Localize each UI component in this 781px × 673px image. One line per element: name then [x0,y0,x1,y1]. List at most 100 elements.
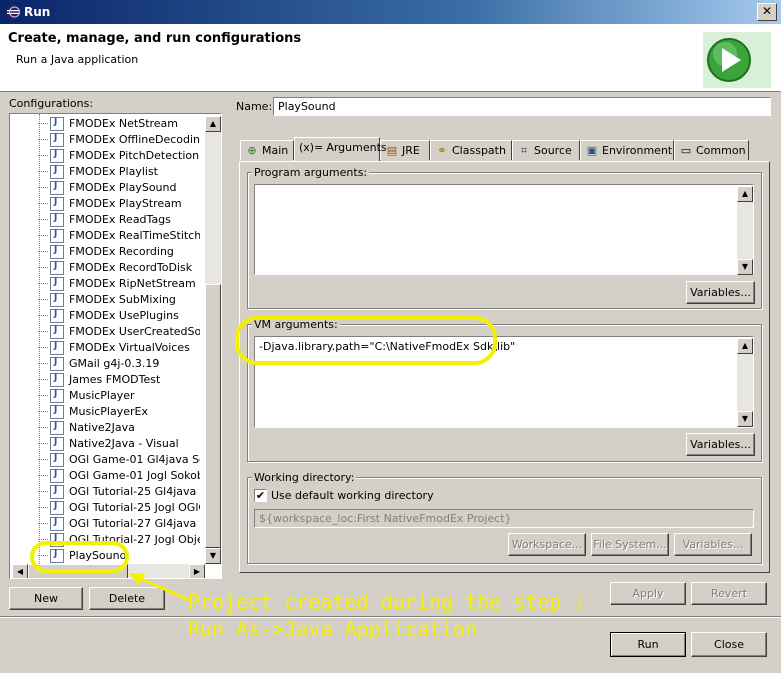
tab-source[interactable]: ⌗ Source [512,140,580,160]
java-app-icon [50,389,64,403]
java-app-icon [50,117,64,131]
tree-item[interactable]: FMODEx PlaySound [10,180,200,196]
java-app-icon [50,149,64,163]
tab-common-label: Common [696,144,746,157]
tree-connector [38,507,48,508]
workdir-variables-button[interactable]: Variables... [674,533,752,556]
tree-item[interactable]: OGl Tutorial-25 Gl4java OGlCompat [10,484,200,500]
tree-item-label: FMODEx Playlist [69,165,158,178]
vm-args-scroll-track[interactable] [737,354,753,411]
tree-item[interactable]: James FMODTest [10,372,200,388]
tab-main[interactable]: ⊕ Main [240,140,294,160]
java-app-icon [50,421,64,435]
tree-connector [38,459,48,460]
tab-jre-label: JRE [402,144,420,157]
vm-args-scroll-down-icon[interactable]: ▼ [737,411,753,427]
tree-item-label: FMODEx SubMixing [69,293,176,306]
tree-connector [38,251,48,252]
tree-item[interactable]: FMODEx UserCreatedSound [10,324,200,340]
tab-jre[interactable]: ▤ JRE [380,140,430,160]
scroll-up-icon[interactable]: ▲ [205,116,221,132]
apply-button[interactable]: Apply [610,582,686,605]
tree-item[interactable]: GMail g4j-0.3.19 [10,356,200,372]
tree-item[interactable]: OGl Game-01 Gl4java Sokoban [10,452,200,468]
tree-item[interactable]: FMODEx VirtualVoices [10,340,200,356]
tree-item[interactable]: OGl Tutorial-27 Gl4java ObjectSelection [10,516,200,532]
tree-item[interactable]: FMODEx PlayStream [10,196,200,212]
vm-args-scroll-up-icon[interactable]: ▲ [737,338,753,354]
tree-item[interactable]: FMODEx UsePlugins [10,308,200,324]
java-app-icon [50,165,64,179]
new-button[interactable]: New [9,587,83,610]
dialog-header: Create, manage, and run configurations R… [0,24,781,92]
run-logo-icon [703,32,771,88]
java-app-icon [50,245,64,259]
tree-item[interactable]: FMODEx RealTimeStitching [10,228,200,244]
tree-item[interactable]: MusicPlayerEx [10,404,200,420]
tree-item-label: FMODEx PlayStream [69,197,182,210]
java-app-icon [50,501,64,515]
tree-connector [38,475,48,476]
tree-item-label: OGl Tutorial-27 Gl4java ObjectSelection [69,517,200,530]
java-app-icon [50,261,64,275]
run-button[interactable]: Run [610,632,686,657]
java-app-icon [50,437,64,451]
configurations-tree[interactable]: FMODEx NetStream FMODEx OfflineDecoding FM… [9,113,222,579]
configurations-label: Configurations: [9,97,94,110]
java-app-icon [50,373,64,387]
java-app-icon [50,341,64,355]
tree-item[interactable]: FMODEx RecordToDisk [10,260,200,276]
tree-item[interactable]: FMODEx PitchDetection [10,148,200,164]
tree-item-label: Native2Java - Visual [69,437,179,450]
tab-common[interactable]: ▭ Common [674,140,749,160]
tree-item[interactable]: FMODEx RipNetStream [10,276,200,292]
tree-item[interactable]: Native2Java - Visual [10,436,200,452]
program-arguments-textarea[interactable] [254,184,754,275]
tree-item-label: FMODEx Recording [69,245,174,258]
tab-arguments-label: Arguments [326,141,387,154]
tree-connector [38,235,48,236]
tree-item-label: James FMODTest [69,373,161,386]
program-args-scroll-down-icon[interactable]: ▼ [737,259,753,275]
tree-item[interactable]: FMODEx NetStream [10,116,200,132]
header-subtitle: Run a Java application [16,53,139,66]
title-bar[interactable]: Run ✕ [0,0,781,24]
revert-button[interactable]: Revert [691,582,767,605]
close-button[interactable]: Close [691,632,767,657]
close-icon[interactable]: ✕ [757,3,777,21]
tab-environment[interactable]: ▣ Environment [580,140,674,160]
tree-item[interactable]: FMODEx ReadTags [10,212,200,228]
tree-item-label: FMODEx OfflineDecoding [69,133,200,146]
tree-item[interactable]: Native2Java [10,420,200,436]
working-directory-field[interactable]: ${workspace_loc:First NativeFmodEx Proje… [254,509,754,528]
program-variables-button[interactable]: Variables... [686,281,755,304]
tab-arguments[interactable]: (x)= Arguments [294,137,387,161]
java-app-icon [50,293,64,307]
file-system-button[interactable]: File System... [591,533,669,556]
java-app-icon [50,453,64,467]
scroll-down-icon[interactable]: ▼ [205,548,221,564]
tree-connector [38,539,48,540]
vm-variables-button[interactable]: Variables... [686,433,755,456]
tree-item[interactable]: FMODEx Playlist [10,164,200,180]
program-args-scroll-up-icon[interactable]: ▲ [737,186,753,202]
tree-item-label: FMODEx PitchDetection [69,149,200,162]
use-default-checkbox[interactable]: ✔ [254,489,267,502]
program-args-scroll-track[interactable] [737,202,753,259]
classpath-tab-icon: ⚭ [437,144,447,157]
tree-item-label: FMODEx RecordToDisk [69,261,193,274]
vertical-scroll-thumb[interactable] [205,284,221,548]
tree-item[interactable]: FMODEx Recording [10,244,200,260]
tree-item[interactable]: FMODEx OfflineDecoding [10,132,200,148]
tree-item[interactable]: MusicPlayer [10,388,200,404]
tree-item[interactable]: OGl Game-01 Jogl SokobanGame [10,468,200,484]
tab-classpath[interactable]: ⚭ Classpath [430,140,512,160]
java-app-icon [50,325,64,339]
tree-item[interactable]: OGl Tutorial-25 Jogl OGlCompat [10,500,200,516]
scroll-left-icon[interactable]: ◀ [12,564,28,578]
name-input[interactable]: PlaySound [273,97,771,116]
workspace-button[interactable]: Workspace... [508,533,586,556]
window-title: Run [24,5,51,19]
tree-item[interactable]: FMODEx SubMixing [10,292,200,308]
annotation-arrow-icon [129,573,190,602]
